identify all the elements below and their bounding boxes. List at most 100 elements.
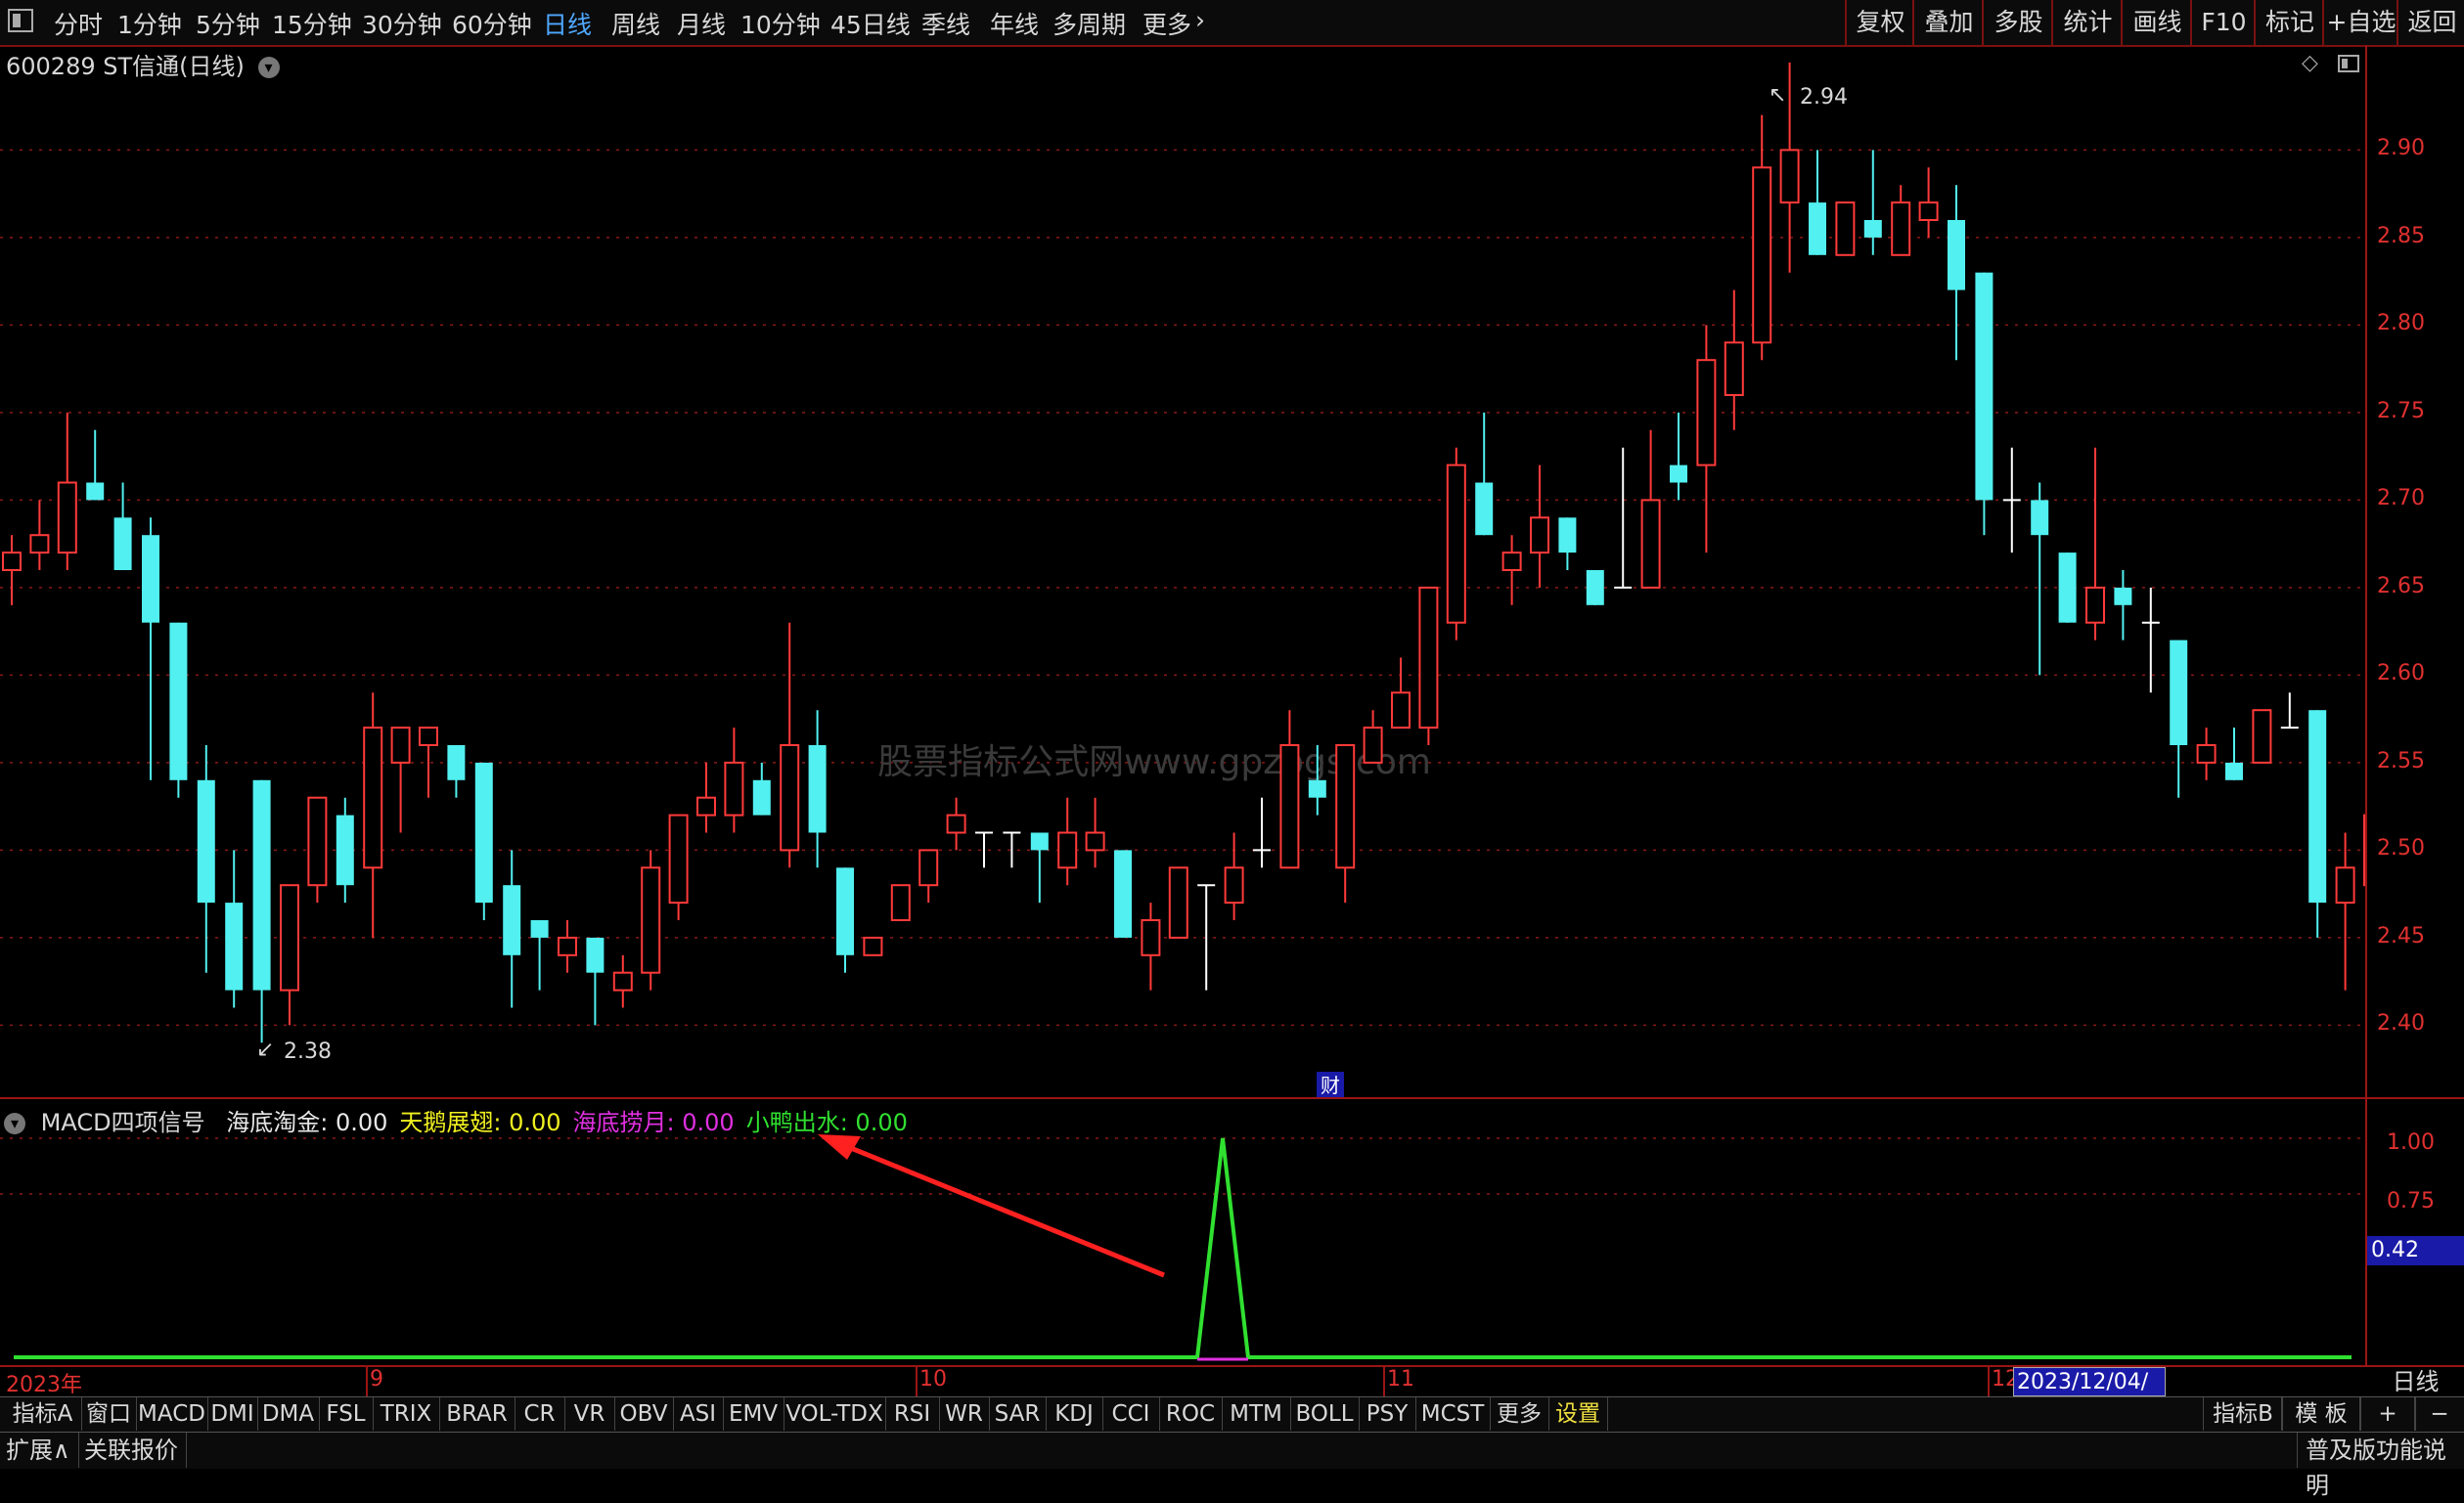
toolbar-button[interactable]: 复权 [1845, 0, 1914, 45]
indicator-tab[interactable]: BRAR [439, 1397, 515, 1431]
indicator-tab[interactable]: FSL [319, 1397, 374, 1431]
price-tick-label: 2.75 [2377, 398, 2425, 423]
indicator-tab[interactable]: CCI [1102, 1397, 1160, 1431]
candle-body [1724, 341, 1744, 396]
window-menu-icon[interactable] [8, 9, 33, 32]
period-tab[interactable]: 5分钟 [196, 6, 260, 41]
candle-body [1530, 516, 1549, 554]
indicator-tab[interactable]: PSY [1359, 1397, 1416, 1431]
linked-quote-button[interactable]: 关联报价 [84, 1433, 187, 1468]
period-tab[interactable]: 周线 [611, 6, 660, 41]
template-tab[interactable]: 模 板 [2281, 1397, 2361, 1431]
candle-body [2170, 640, 2188, 745]
indicator-tab[interactable]: KDJ [1046, 1397, 1103, 1431]
arrow-head-icon [818, 1134, 861, 1160]
toolbar-button[interactable]: 叠加 [1912, 0, 1984, 45]
candle-body [1558, 517, 1577, 553]
candle-body [307, 796, 328, 887]
period-tab[interactable]: 分时 [54, 6, 103, 41]
indicator-tab[interactable]: ASI [673, 1397, 724, 1431]
indicator-tab[interactable]: CR [515, 1397, 565, 1431]
indicator-tab[interactable]: VOL-TDX [784, 1397, 886, 1431]
indicator-tab[interactable]: 窗口 [81, 1397, 137, 1431]
period-tab[interactable]: 更多 [1142, 6, 1191, 41]
signal-label: 海底捞月 [572, 1109, 667, 1136]
candle-body [503, 885, 521, 955]
indicator-tab[interactable]: DMA [257, 1397, 320, 1431]
period-tab[interactable]: 年线 [990, 6, 1039, 41]
toolbar-button[interactable]: 标记 [2254, 0, 2324, 45]
status-bar: 扩展∧ 关联报价 普及版功能说明 [0, 1432, 2464, 1499]
period-tab[interactable]: 月线 [677, 6, 726, 41]
signal-label: 海底淘金 [226, 1109, 321, 1136]
period-tab[interactable]: 45日线 [830, 6, 911, 41]
indicator-tab[interactable]: WR [939, 1397, 990, 1431]
candle-body [2058, 553, 2077, 623]
price-tick-label: 2.45 [2377, 923, 2425, 949]
candle-body [2114, 587, 2132, 605]
candle-body [2, 552, 22, 571]
candle-body [2252, 709, 2272, 764]
period-tab[interactable]: 日线 [543, 6, 592, 41]
indicator-tab[interactable]: RSI [885, 1397, 940, 1431]
indicator-tab[interactable]: 指标A [4, 1397, 82, 1431]
signal-line [14, 1137, 2352, 1359]
candle-body [752, 779, 771, 816]
indicator-tab[interactable]: MTM [1222, 1397, 1291, 1431]
toolbar-button[interactable]: 返回 [2397, 0, 2464, 45]
candle-body [586, 937, 605, 973]
toolbar-button[interactable]: +自选 [2322, 0, 2398, 45]
period-tab[interactable]: 10分钟 [740, 6, 821, 41]
price-tick-label: 2.80 [2377, 311, 2425, 336]
period-tab[interactable]: 15分钟 [272, 6, 352, 41]
indicator-tab[interactable]: 设置 [1548, 1397, 1608, 1431]
indicator-tab[interactable]: ROC [1159, 1397, 1223, 1431]
price-tick-label: 2.50 [2377, 836, 2425, 862]
edition-info-link[interactable]: 普及版功能说明 [2297, 1433, 2464, 1499]
chevron-down-icon[interactable]: ▾ [4, 1113, 25, 1134]
toolbar-button[interactable]: 画线 [2121, 0, 2192, 45]
candle-body [1446, 464, 1466, 624]
indicator-tab[interactable]: EMV [723, 1397, 784, 1431]
indicator-tab[interactable]: VR [564, 1397, 615, 1431]
cursor-value: 0.42 [2371, 1238, 2419, 1262]
period-tab[interactable]: 1分钟 [117, 6, 182, 41]
high-price-label: 2.94 [1800, 85, 1848, 110]
period-tab[interactable]: 30分钟 [362, 6, 442, 41]
indicator-tab[interactable]: TRIX [373, 1397, 440, 1431]
indicator-tab[interactable]: BOLL [1290, 1397, 1360, 1431]
toolbar-button[interactable]: 统计 [2051, 0, 2123, 45]
indicator-tab[interactable]: 更多 [1490, 1397, 1549, 1431]
period-tab[interactable]: 多周期 [1053, 6, 1126, 41]
candle-body [1835, 201, 1856, 256]
indicator-tab[interactable]: MCST [1415, 1397, 1491, 1431]
price-chart[interactable]: 股票指标公式网www.gpzbgs.com2.94↖2.38↙财 [0, 45, 2365, 1365]
indicator-tabs: 指标A 窗口 MACD DMI DMA FSL TRIX BRAR CR VR OBV ASI EMV V… [0, 1396, 2464, 1433]
candle-body [1975, 272, 1994, 501]
template-tab[interactable]: − [2414, 1397, 2464, 1431]
price-tick-label: 2.90 [2377, 136, 2425, 161]
indicator-tab[interactable]: SAR [989, 1397, 1047, 1431]
candle-body [558, 936, 577, 956]
indicator-tab[interactable]: DMI [207, 1397, 258, 1431]
toolbar-button[interactable]: 多股 [1982, 0, 2053, 45]
candle-body [1918, 201, 1939, 222]
template-tab[interactable]: + [2359, 1397, 2416, 1431]
indicator-tab[interactable]: MACD [136, 1397, 208, 1431]
candle-body [29, 534, 50, 554]
expand-button[interactable]: 扩展∧ [6, 1433, 79, 1468]
price-tick-label: 2.55 [2377, 748, 2425, 774]
fin-badge: 财 [1321, 1074, 1340, 1097]
chevron-right-icon[interactable]: › [1195, 6, 1205, 34]
template-tab[interactable]: 指标B [2203, 1397, 2283, 1431]
indicator-tab[interactable]: OBV [614, 1397, 674, 1431]
candle-body [1114, 850, 1132, 938]
candle-body [2308, 710, 2327, 904]
candle-body [696, 796, 716, 817]
indicator-title: ▾ MACD四项信号 海底淘金: 0.00 天鹅展翅: 0.00 海底捞月: 0.0… [4, 1103, 919, 1137]
candle-body [2031, 500, 2049, 536]
period-tab[interactable]: 60分钟 [452, 6, 532, 41]
period-tab[interactable]: 季线 [921, 6, 970, 41]
price-tick-label: 2.60 [2377, 661, 2425, 686]
toolbar-button[interactable]: F10 [2190, 0, 2256, 45]
